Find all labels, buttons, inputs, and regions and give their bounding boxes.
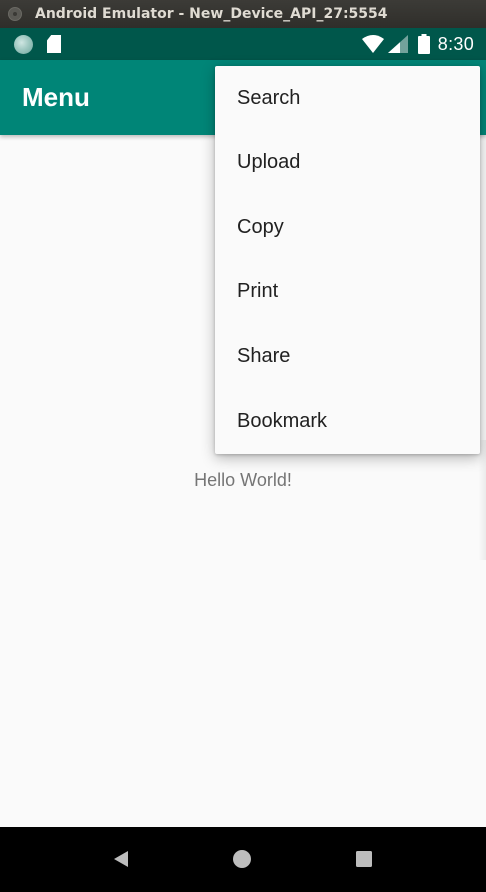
battery-icon (417, 34, 430, 54)
signal-icon (387, 35, 408, 53)
wifi-icon (361, 35, 384, 53)
menu-item-share[interactable]: Share (215, 324, 480, 389)
hello-world-text: Hello World! (194, 470, 292, 490)
recents-icon[interactable] (355, 850, 373, 868)
window-titlebar: Android Emulator - New_Device_API_27:555… (0, 0, 486, 28)
sd-card-icon (47, 35, 61, 53)
menu-item-copy[interactable]: Copy (215, 195, 480, 260)
window-title: Android Emulator - New_Device_API_27:555… (35, 6, 388, 22)
menu-item-print[interactable]: Print (215, 259, 480, 324)
status-right-icons: 8:30 (361, 33, 474, 55)
overflow-popup-menu: Search Upload Copy Print Share Bookmark (215, 66, 480, 454)
status-time: 8:30 (437, 33, 474, 54)
back-icon[interactable] (112, 849, 130, 869)
edge-shade (478, 440, 486, 560)
navigation-bar (0, 827, 486, 892)
window-close-button[interactable] (8, 7, 22, 21)
app-bar-title: Menu (22, 82, 90, 112)
notification-dot-icon (14, 34, 33, 54)
menu-item-bookmark[interactable]: Bookmark (215, 389, 480, 454)
home-icon[interactable] (232, 849, 252, 869)
emulator-root: Android Emulator - New_Device_API_27:555… (0, 0, 486, 892)
status-left-icons (14, 34, 61, 54)
status-bar: 8:30 (0, 28, 486, 60)
menu-item-search[interactable]: Search (215, 66, 480, 130)
menu-item-upload[interactable]: Upload (215, 130, 480, 195)
